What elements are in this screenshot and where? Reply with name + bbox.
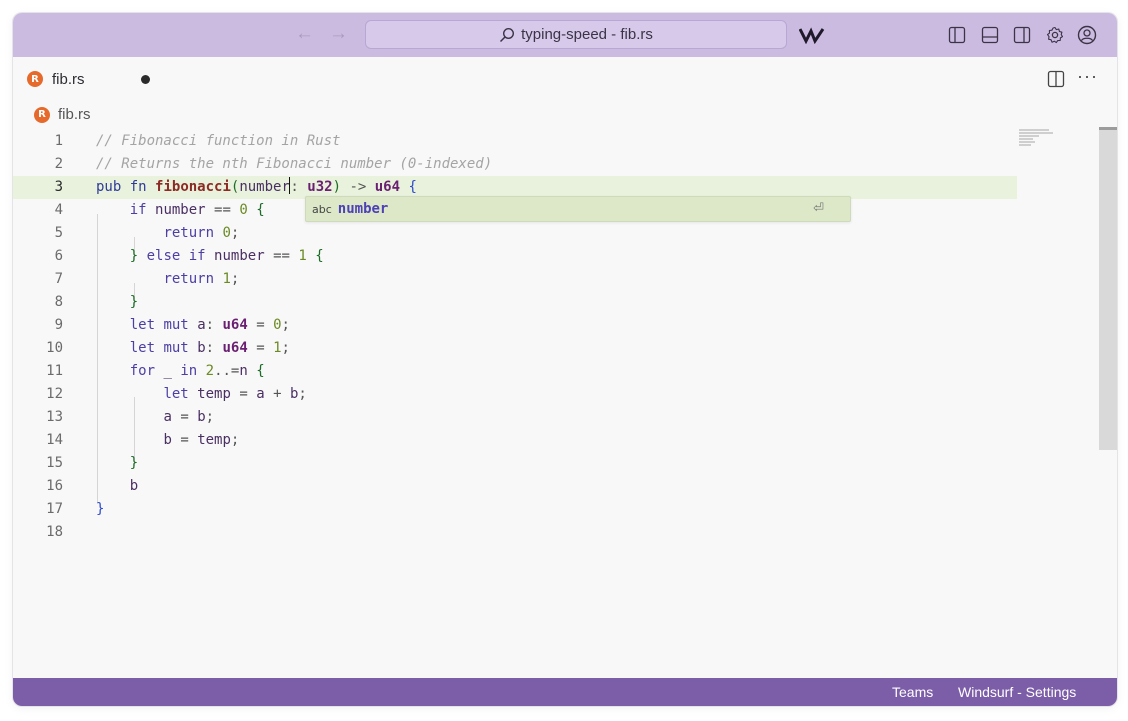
rust-file-icon: R — [34, 106, 50, 123]
split-editor-icon[interactable] — [1047, 70, 1065, 93]
rust-file-icon: R — [27, 71, 43, 87]
autocomplete-suggestion[interactable]: abc number ⏎ — [305, 196, 851, 222]
vertical-scrollbar[interactable] — [1099, 127, 1117, 450]
code-line[interactable]: 14 b = temp; — [13, 429, 1017, 452]
code-line[interactable]: 15 } — [13, 452, 1017, 475]
status-bar: Teams Windsurf - Settings — [13, 678, 1117, 706]
tab-label: fib.rs — [52, 70, 85, 88]
editor-window: ← → typing-speed - fib.rs R fib.rs ··· R… — [13, 13, 1117, 706]
breadcrumb-file[interactable]: fib.rs — [58, 106, 91, 123]
code-line[interactable]: 7 return 1; — [13, 268, 1017, 291]
enter-key-icon: ⏎ — [813, 200, 824, 215]
account-icon[interactable] — [1076, 24, 1098, 46]
text-kind-icon: abc — [312, 202, 332, 216]
code-line[interactable]: 8 } — [13, 291, 1017, 314]
code-line[interactable]: 13 a = b; — [13, 406, 1017, 429]
settings-gear-icon[interactable] — [1044, 24, 1066, 46]
search-icon — [499, 27, 515, 43]
toggle-primary-sidebar-icon[interactable] — [946, 24, 968, 46]
status-teams[interactable]: Teams — [892, 684, 933, 700]
code-line[interactable]: 6 } else if number == 1 { — [13, 245, 1017, 268]
unsaved-changes-dot-icon[interactable] — [141, 75, 150, 84]
more-actions-icon[interactable]: ··· — [1077, 66, 1098, 87]
windsurf-logo-icon — [798, 26, 825, 49]
tab-fib-rs[interactable]: R fib.rs — [13, 57, 161, 101]
code-line[interactable]: 10 let mut b: u64 = 1; — [13, 337, 1017, 360]
title-bar: ← → typing-speed - fib.rs — [13, 13, 1117, 57]
toggle-panel-icon[interactable] — [979, 24, 1001, 46]
toggle-secondary-sidebar-icon[interactable] — [1011, 24, 1033, 46]
back-button[interactable]: ← — [295, 24, 314, 44]
code-line[interactable]: 5 return 0; — [13, 222, 1017, 245]
breadcrumb[interactable]: R fib.rs — [34, 106, 91, 123]
code-line[interactable]: 11 for _ in 2..=n { — [13, 360, 1017, 383]
code-line[interactable]: 9 let mut a: u64 = 0; — [13, 314, 1017, 337]
code-line[interactable]: 12 let temp = a + b; — [13, 383, 1017, 406]
status-windsurf-settings[interactable]: Windsurf - Settings — [958, 684, 1076, 700]
code-line[interactable]: 1// Fibonacci function in Rust — [13, 130, 1017, 153]
command-center[interactable]: typing-speed - fib.rs — [365, 20, 787, 49]
code-line[interactable]: 17} — [13, 498, 1017, 521]
tab-bar: R fib.rs ··· — [13, 57, 1117, 101]
suggestion-label: number — [337, 201, 389, 217]
minimap[interactable] — [1019, 129, 1059, 159]
command-center-label: typing-speed - fib.rs — [521, 26, 653, 43]
code-line[interactable]: 18 — [13, 521, 1017, 544]
forward-button[interactable]: → — [329, 24, 348, 44]
code-line[interactable]: 16 b — [13, 475, 1017, 498]
code-line[interactable]: 2// Returns the nth Fibonacci number (0-… — [13, 153, 1017, 176]
